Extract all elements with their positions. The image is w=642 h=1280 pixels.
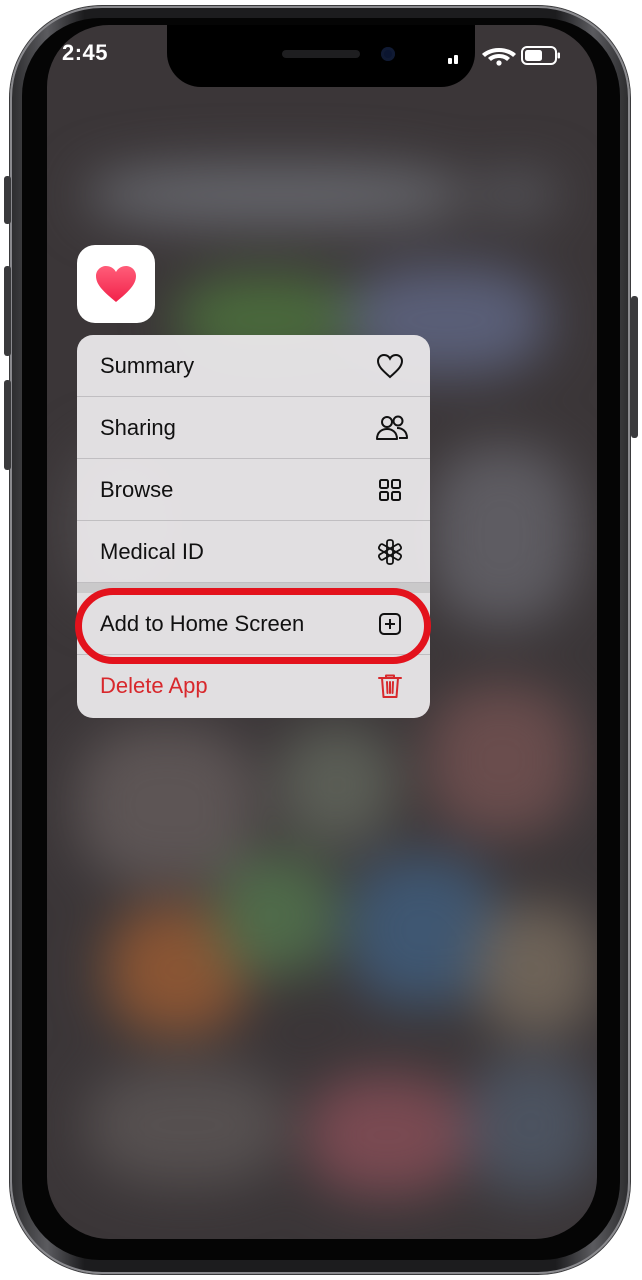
status-bar-time: 2:45 [62, 40, 109, 65]
heart-outline-icon [375, 351, 405, 381]
menu-item-label: Browse [100, 477, 174, 502]
menu-item-medical-id[interactable]: Medical ID [77, 521, 430, 583]
menu-item-summary[interactable]: Summary [77, 335, 430, 397]
menu-item-label: Summary [100, 353, 195, 378]
status-bar-icons [444, 44, 564, 66]
context-menu: Summary Sharing Browse Medical ID Add to… [77, 335, 430, 718]
volume-up-button [4, 266, 11, 356]
menu-item-delete-app[interactable]: Delete App [77, 655, 430, 717]
trash-icon [375, 671, 405, 701]
menu-item-sharing[interactable]: Sharing [77, 397, 430, 459]
asterisk-icon [375, 537, 405, 567]
plus-square-icon [375, 609, 405, 639]
battery-icon [521, 46, 560, 65]
health-app-icon[interactable] [77, 245, 155, 323]
menu-item-label: Delete App [100, 673, 208, 698]
grid-icon [375, 475, 405, 505]
menu-item-add-to-home-screen[interactable]: Add to Home Screen [77, 593, 430, 655]
cellular-signal-icon [448, 55, 458, 64]
silent-switch [4, 176, 11, 224]
screenshot-stage: 2:45 Summary Sharing Browse Medical ID A… [0, 0, 642, 1280]
status-bar-icons-svg [448, 46, 560, 66]
menu-item-browse[interactable]: Browse [77, 459, 430, 521]
menu-item-label: Sharing [100, 415, 176, 440]
notch [167, 25, 475, 87]
menu-section-separator [77, 583, 430, 593]
front-camera [381, 47, 395, 61]
menu-item-label: Medical ID [100, 539, 204, 564]
heart-icon [96, 266, 136, 302]
menu-item-label: Add to Home Screen [100, 611, 305, 636]
earpiece-speaker [282, 50, 360, 58]
side-button [631, 296, 638, 438]
volume-down-button [4, 380, 11, 470]
wifi-icon [482, 48, 516, 66]
people-icon [375, 413, 408, 443]
